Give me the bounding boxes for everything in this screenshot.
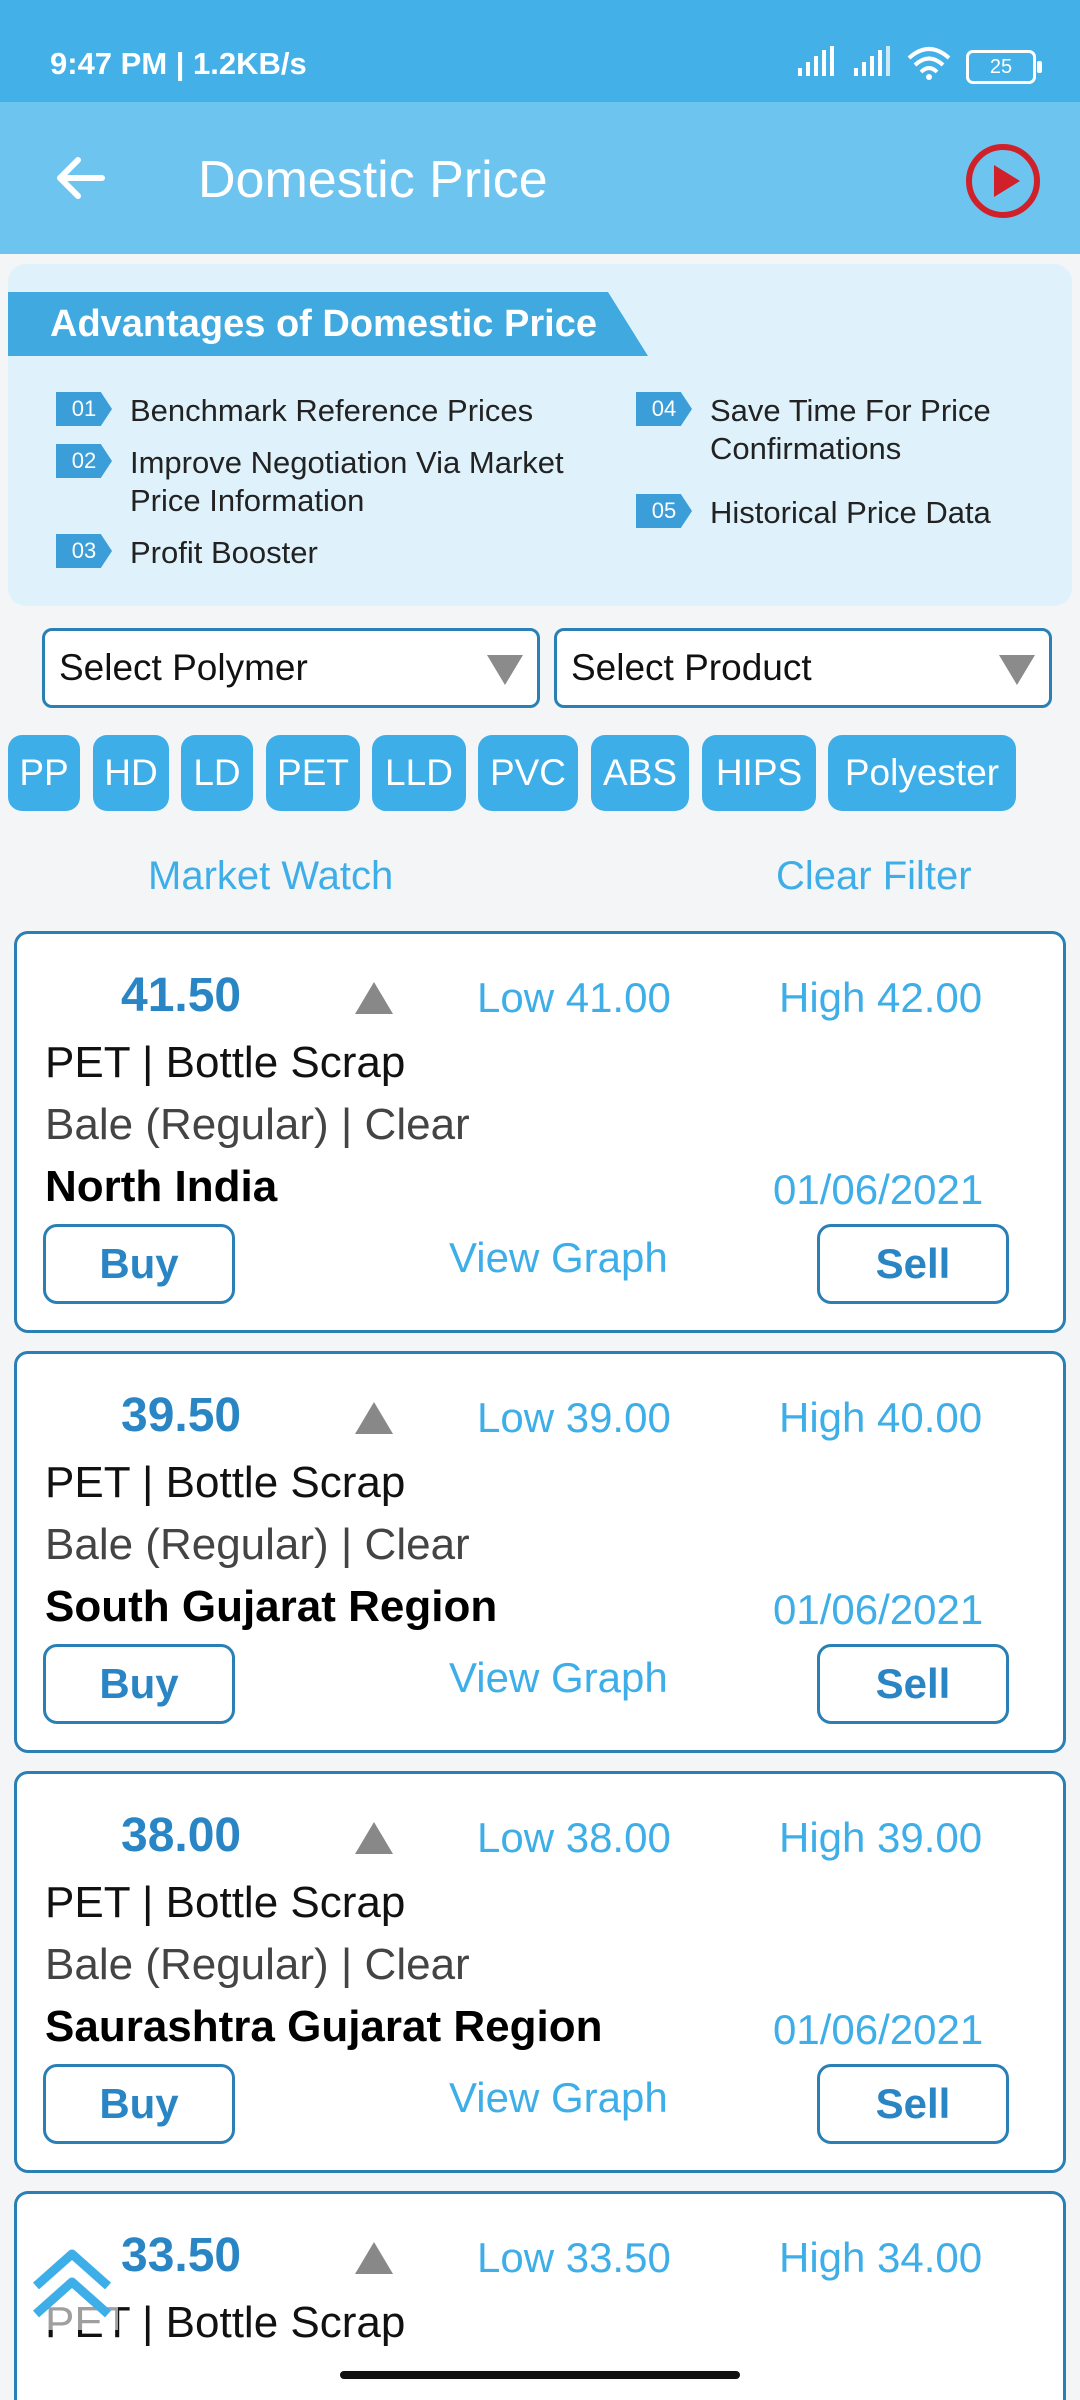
chip-ld[interactable]: LD xyxy=(181,735,253,811)
advantages-banner: Advantages of Domestic Price 01 Benchmar… xyxy=(8,264,1072,606)
chip-pp[interactable]: PP xyxy=(8,735,80,811)
low-price: Low 39.00 xyxy=(477,1394,671,1441)
buy-button[interactable]: Buy xyxy=(43,1644,235,1724)
advantage-number: 03 xyxy=(56,534,112,568)
advantage-text: Improve Negotiation Via Market Price Inf… xyxy=(130,445,564,518)
high-price: High 34.00 xyxy=(779,2234,983,2281)
low-price: Low 41.00 xyxy=(477,974,671,1021)
price-card: 33.50 Low 33.50 High 34.00 PET | Bottle … xyxy=(14,2191,1066,2400)
price-value: 33.50 xyxy=(121,2229,242,2282)
banner-heading: Advantages of Domestic Price xyxy=(8,292,648,356)
sell-button[interactable]: Sell xyxy=(817,2064,1009,2144)
high-price: High 40.00 xyxy=(779,1394,983,1441)
sell-button[interactable]: Sell xyxy=(817,1224,1009,1304)
chip-polyester[interactable]: Polyester xyxy=(828,735,1016,811)
arrow-left-icon[interactable] xyxy=(50,148,110,208)
sell-button[interactable]: Sell xyxy=(817,1644,1009,1724)
price-date: 01/06/2021 xyxy=(773,1586,984,1633)
select-product-label: Select Product xyxy=(571,647,812,688)
advantage-number: 04 xyxy=(636,392,692,426)
product-name: PET | Bottle Scrap xyxy=(45,1458,406,1507)
price-value: 41.50 xyxy=(121,969,242,1022)
advantage-item: 03 Profit Booster xyxy=(56,534,318,572)
price-card: 41.50 Low 41.00 High 42.00 PET | Bottle … xyxy=(14,931,1066,1333)
trend-up-icon xyxy=(355,2242,393,2274)
select-polymer-label: Select Polymer xyxy=(59,647,308,688)
product-name: PET | Bottle Scrap xyxy=(45,1878,406,1927)
chip-lld[interactable]: LLD xyxy=(372,735,466,811)
advantage-item: 05 Historical Price Data xyxy=(636,494,991,532)
select-product-dropdown[interactable]: Select Product xyxy=(554,628,1052,708)
advantage-text: Save Time For Price Confirmations xyxy=(710,393,991,466)
advantage-item: 02 Improve Negotiation Via Market Price … xyxy=(56,444,564,520)
view-graph-link[interactable]: View Graph xyxy=(449,1234,668,1282)
scroll-to-top-icon[interactable] xyxy=(26,2238,118,2330)
battery-level: 25 xyxy=(989,56,1013,78)
region-name: South Gujarat Region xyxy=(45,1582,498,1631)
buy-button[interactable]: Buy xyxy=(43,1224,235,1304)
high-price: High 39.00 xyxy=(779,1814,983,1861)
price-date: 01/06/2021 xyxy=(773,1166,984,1213)
wifi-icon xyxy=(907,47,951,80)
view-graph-link[interactable]: View Graph xyxy=(449,1654,668,1702)
status-time: 9:47 PM | 1.2KB/s xyxy=(50,46,307,81)
status-bar: 9:47 PM | 1.2KB/s 25 xyxy=(0,0,1080,102)
advantage-text: Benchmark Reference Prices xyxy=(130,393,534,428)
chip-pvc[interactable]: PVC xyxy=(478,735,578,811)
price-value: 38.00 xyxy=(121,1809,242,1862)
dropdown-arrow-icon xyxy=(999,655,1035,685)
signal-icon xyxy=(798,46,834,76)
product-grade: Bale (Regular) | Clear xyxy=(45,1100,470,1149)
trend-up-icon xyxy=(355,982,393,1014)
advantage-item: 01 Benchmark Reference Prices xyxy=(56,392,533,430)
product-name: PET | Bottle Scrap xyxy=(45,1038,406,1087)
buy-button[interactable]: Buy xyxy=(43,2064,235,2144)
gesture-nav-bar[interactable] xyxy=(340,2371,740,2379)
chip-abs[interactable]: ABS xyxy=(591,735,689,811)
price-date: 01/06/2021 xyxy=(773,2006,984,2053)
product-grade: Bale (Regular) | Clear xyxy=(45,1940,470,1989)
battery-icon: 25 xyxy=(966,50,1042,84)
high-price: High 42.00 xyxy=(779,974,983,1021)
signal-icon-2 xyxy=(854,46,890,76)
advantage-text: Historical Price Data xyxy=(710,495,991,530)
chip-hips[interactable]: HIPS xyxy=(702,735,816,811)
price-card: 38.00 Low 38.00 High 39.00 PET | Bottle … xyxy=(14,1771,1066,2173)
low-price: Low 38.00 xyxy=(477,1814,671,1861)
region-name: North India xyxy=(45,1162,278,1211)
page-title: Domestic Price xyxy=(198,151,548,209)
advantage-number: 02 xyxy=(56,444,112,478)
play-circle-icon[interactable] xyxy=(964,142,1042,220)
market-watch-label[interactable]: Market Watch xyxy=(148,854,393,899)
advantage-number: 01 xyxy=(56,392,112,426)
region-name: Saurashtra Gujarat Region xyxy=(45,2002,603,2051)
view-graph-link[interactable]: View Graph xyxy=(449,2074,668,2122)
trend-up-icon xyxy=(355,1402,393,1434)
clear-filter-link[interactable]: Clear Filter xyxy=(776,854,972,899)
price-value: 39.50 xyxy=(121,1389,242,1442)
chip-pet[interactable]: PET xyxy=(266,735,360,811)
trend-up-icon xyxy=(355,1822,393,1854)
chip-hd[interactable]: HD xyxy=(93,735,169,811)
advantage-number: 05 xyxy=(636,494,692,528)
dropdown-arrow-icon xyxy=(487,655,523,685)
select-polymer-dropdown[interactable]: Select Polymer xyxy=(42,628,540,708)
price-card: 39.50 Low 39.00 High 40.00 PET | Bottle … xyxy=(14,1351,1066,1753)
product-grade: Bale (Regular) | Clear xyxy=(45,1520,470,1569)
advantage-text: Profit Booster xyxy=(130,535,318,570)
low-price: Low 33.50 xyxy=(477,2234,671,2281)
app-bar: Domestic Price xyxy=(0,102,1080,254)
advantage-item: 04 Save Time For Price Confirmations xyxy=(636,392,991,468)
